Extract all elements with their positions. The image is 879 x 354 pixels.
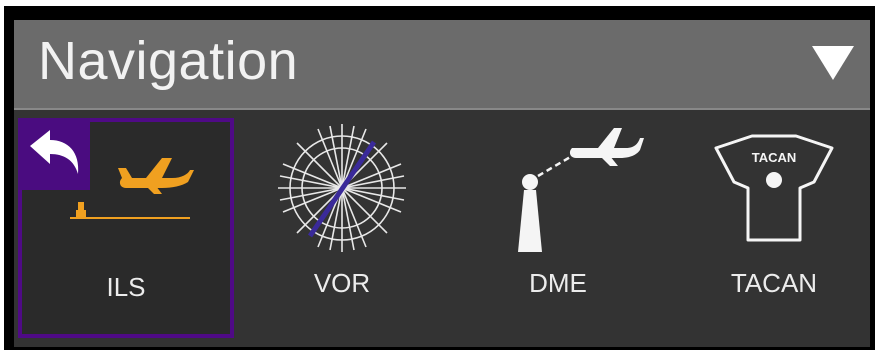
dme-station-icon <box>518 128 644 252</box>
navigation-panel: Navigation ILS VOR DME TACAN TACAN <box>14 20 870 347</box>
tile-tacan[interactable]: TACAN TACAN <box>666 118 879 338</box>
ils-airplane-icon <box>70 158 194 219</box>
navigation-header[interactable]: Navigation <box>14 20 870 110</box>
tacan-beacon-icon: TACAN <box>714 134 834 242</box>
tile-vor[interactable]: VOR <box>234 118 450 338</box>
tile-label-tacan: TACAN <box>730 268 818 298</box>
tile-label-ils: ILS <box>106 272 146 302</box>
tile-ils[interactable]: ILS <box>18 118 234 338</box>
tile-label-dme: DME <box>529 268 587 298</box>
header-title: Navigation <box>38 31 299 91</box>
tile-label-vor: VOR <box>313 268 371 298</box>
tacan-badge-text: TACAN <box>752 150 797 165</box>
vor-compass-rose-icon <box>278 124 406 252</box>
tile-dme[interactable]: DME <box>450 118 666 338</box>
triangle-down-icon[interactable] <box>810 42 856 84</box>
